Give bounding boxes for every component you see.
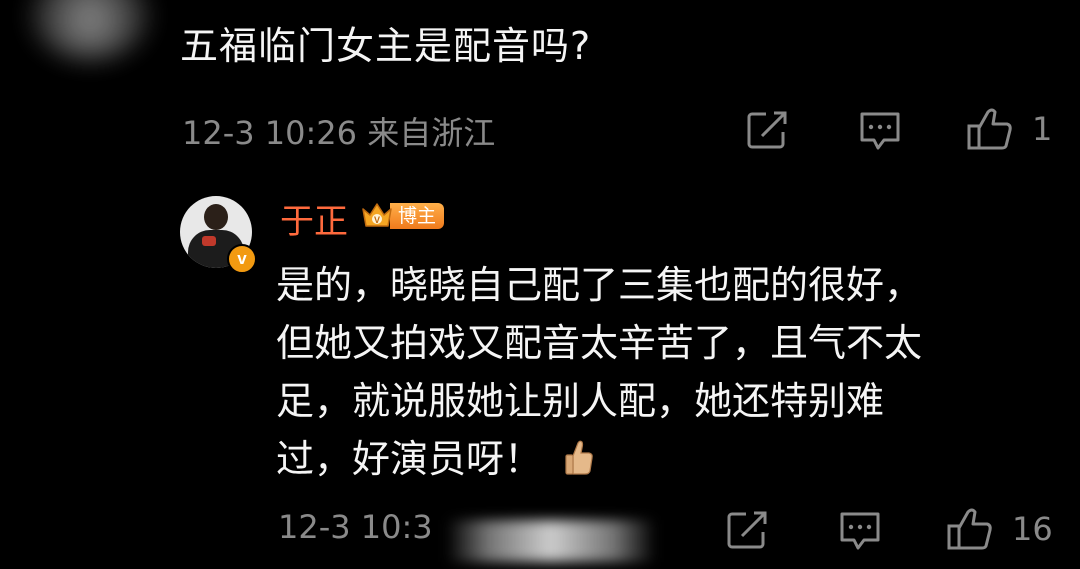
question-like-count: 1 — [1032, 110, 1053, 148]
blogger-badge-label: 博主 — [390, 203, 445, 229]
question-comment-text: 五福临门女主是配音吗? — [180, 24, 592, 68]
reply-comment-text: 是的，晓晓自己配了三集也配的很好， 但她又拍戏又配音太辛苦了，且气不太 足，就说… — [276, 256, 1056, 492]
reply-meta-time: 12-3 10:3 — [278, 508, 433, 546]
location-watermark — [446, 520, 656, 562]
crown-icon: V — [360, 200, 394, 232]
svg-text:V: V — [374, 215, 380, 225]
reply-line: 过，好演员呀！ — [276, 437, 543, 481]
author-name[interactable]: 于正 — [280, 194, 348, 243]
thumbs-up-emoji — [564, 434, 594, 492]
share-icon[interactable] — [746, 110, 790, 150]
blogger-badge: V 博主 — [360, 200, 445, 232]
verified-badge: v — [227, 244, 257, 274]
share-icon[interactable] — [726, 510, 770, 550]
comment-icon[interactable] — [858, 110, 902, 152]
question-meta: 12-3 10:26 来自浙江 — [182, 114, 496, 152]
comment-icon[interactable] — [838, 510, 882, 552]
like-icon[interactable] — [946, 506, 994, 552]
reply-like-count: 16 — [1012, 510, 1053, 548]
like-icon[interactable] — [966, 106, 1014, 152]
reply-line: 是的，晓晓自己配了三集也配的很好， — [276, 263, 923, 307]
commenter-avatar[interactable] — [30, 0, 150, 60]
reply-line: 但她又拍戏又配音太辛苦了，且气不太 — [276, 321, 923, 365]
reply-line: 足，就说服她让别人配，她还特别难 — [276, 379, 885, 423]
